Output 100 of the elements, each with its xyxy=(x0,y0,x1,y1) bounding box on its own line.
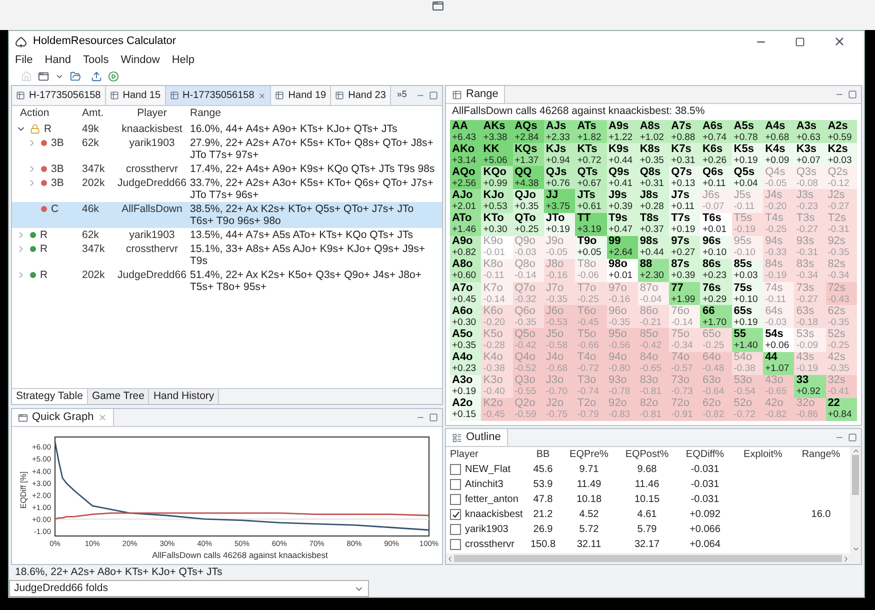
hand-cell[interactable]: T7s +0.19 xyxy=(669,212,700,236)
menu-item[interactable]: Window xyxy=(120,52,160,69)
hand-cell[interactable]: AQo +2.56 xyxy=(450,166,482,190)
hand-cell[interactable]: A8o +0.60 xyxy=(450,258,482,282)
scroll-up-icon[interactable] xyxy=(852,447,860,455)
hand-cell[interactable]: K9s +0.44 xyxy=(606,143,638,166)
hand-cell[interactable]: ATo +1.46 xyxy=(450,212,482,236)
hand-cell[interactable]: 44 +1.07 xyxy=(763,352,794,375)
hand-cell[interactable]: T9s +0.47 xyxy=(606,212,638,236)
hand-cell[interactable]: A4o +0.23 xyxy=(450,352,482,375)
hand-cell[interactable]: ATs +1.82 xyxy=(575,120,607,144)
view-tab[interactable]: Quick Graph xyxy=(12,409,114,426)
hand-cell[interactable]: TT +3.19 xyxy=(575,212,607,236)
hand-cell[interactable]: T8s +0.37 xyxy=(638,212,670,236)
vertical-scrollbar[interactable] xyxy=(850,447,861,553)
hand-cell[interactable]: A7o +0.45 xyxy=(450,282,482,306)
folder-icon[interactable] xyxy=(70,71,81,82)
checkbox[interactable] xyxy=(450,464,461,475)
checkbox[interactable] xyxy=(450,539,461,550)
hand-cell[interactable]: A5o +0.35 xyxy=(450,328,482,352)
hand-cell[interactable]: J7s +0.11 xyxy=(669,189,700,213)
play-icon[interactable] xyxy=(108,71,119,82)
hand-cell[interactable]: 54s +0.06 xyxy=(763,328,794,352)
menu-item[interactable]: Help xyxy=(172,52,194,69)
view-tab[interactable]: Strategy Table xyxy=(12,389,88,404)
scroll-right-icon[interactable] xyxy=(842,554,850,562)
hand-cell[interactable]: 98s +0.44 xyxy=(638,236,670,259)
hand-cell[interactable]: A6o +0.30 xyxy=(450,305,482,328)
hand-cell[interactable]: JTo +0.19 xyxy=(544,212,576,236)
menu-item[interactable]: Hand xyxy=(44,52,72,69)
editor-tab[interactable]: Hand 23 xyxy=(331,86,391,105)
hand-cell[interactable]: Q5s +0.04 xyxy=(732,166,764,190)
hand-cell[interactable]: J8s +0.28 xyxy=(638,189,670,213)
hand-cell[interactable]: AQs +2.84 xyxy=(512,120,544,144)
hand-cell[interactable]: KJo +0.53 xyxy=(481,189,513,213)
hand-cell[interactable]: A3s +0.63 xyxy=(794,120,826,144)
hand-cell[interactable]: 55 +1.40 xyxy=(732,328,764,352)
hand-cell[interactable]: 87s +0.39 xyxy=(669,258,700,282)
menu-item[interactable]: File xyxy=(15,52,33,69)
hand-cell[interactable]: A6s +0.74 xyxy=(700,120,732,144)
checkbox[interactable] xyxy=(450,524,461,535)
checkbox[interactable] xyxy=(450,479,461,490)
hand-cell[interactable]: K8s +0.35 xyxy=(638,143,670,166)
maximize-icon[interactable] xyxy=(795,36,805,47)
horizontal-scrollbar[interactable] xyxy=(446,553,861,564)
hand-cell[interactable]: Q6s +0.11 xyxy=(700,166,732,190)
hand-cell[interactable]: JTs +0.61 xyxy=(575,189,607,213)
hand-cell[interactable]: KQo +0.99 xyxy=(481,166,513,190)
hand-cell[interactable]: Q8s +0.31 xyxy=(638,166,670,190)
hand-cell[interactable]: T9o +0.05 xyxy=(575,236,607,259)
checkbox[interactable] xyxy=(450,494,461,505)
hand-cell[interactable]: KTo +0.30 xyxy=(481,212,513,236)
checkbox[interactable] xyxy=(450,509,461,520)
menu-item[interactable]: Tools xyxy=(83,52,109,69)
hand-cell[interactable]: AJo +2.01 xyxy=(450,189,482,213)
hand-cell[interactable]: 88 +2.30 xyxy=(638,258,670,282)
hand-cell[interactable]: A3o +0.19 xyxy=(450,374,482,398)
hand-cell[interactable]: A4s +0.68 xyxy=(763,120,794,144)
hand-cell[interactable]: 99 +2.64 xyxy=(606,236,638,259)
scroll-left-icon[interactable] xyxy=(446,554,454,562)
hand-cell[interactable]: A2s +0.59 xyxy=(826,120,857,144)
scrollbar-thumb[interactable] xyxy=(852,455,859,495)
hand-cell[interactable]: A9s +1.22 xyxy=(606,120,638,144)
hand-cell[interactable]: KJs +0.94 xyxy=(544,143,576,166)
hand-cell[interactable]: QJo +0.35 xyxy=(512,189,544,213)
view-tab[interactable]: Hand History xyxy=(149,389,220,404)
close-icon[interactable] xyxy=(833,35,846,48)
hand-cell[interactable]: K3s +0.07 xyxy=(794,143,826,166)
editor-tab[interactable]: Hand 19 xyxy=(271,86,332,105)
hand-cell[interactable]: Q9s +0.41 xyxy=(606,166,638,190)
view-tab[interactable]: Outline xyxy=(446,429,508,446)
hand-cell[interactable]: KK +5.06 xyxy=(481,143,513,166)
hand-cell[interactable]: J9s +0.39 xyxy=(606,189,638,213)
hand-cell[interactable]: 22 +0.84 xyxy=(826,398,857,421)
hand-cell[interactable]: K7s +0.31 xyxy=(669,143,700,166)
hand-cell[interactable]: 96s +0.10 xyxy=(700,236,732,259)
tab-overflow-button[interactable]: »5 xyxy=(390,86,413,105)
view-tab[interactable]: Range xyxy=(446,86,506,103)
editor-tab[interactable]: H-17735056158 xyxy=(166,86,272,105)
hand-cell[interactable]: K2s +0.03 xyxy=(826,143,857,166)
scrollbar-thumb[interactable] xyxy=(454,555,842,562)
hand-cell[interactable]: Q7s +0.13 xyxy=(669,166,700,190)
hand-cell[interactable]: 85s +0.03 xyxy=(732,258,764,282)
editor-tab[interactable]: H-17735056158 xyxy=(12,86,106,105)
hand-cell[interactable]: 66 +1.70 xyxy=(700,305,732,328)
window-icon[interactable] xyxy=(38,71,49,82)
hand-cell[interactable]: 65s +0.19 xyxy=(732,305,764,328)
hand-cell[interactable]: 97s +0.27 xyxy=(669,236,700,259)
hand-cell[interactable]: QTo +0.25 xyxy=(512,212,544,236)
hand-cell[interactable]: AJs +2.33 xyxy=(544,120,576,144)
hand-cell[interactable]: K4s +0.09 xyxy=(763,143,794,166)
hand-cell[interactable]: 77 +1.99 xyxy=(669,282,700,306)
hand-cell[interactable]: A8s +1.02 xyxy=(638,120,670,144)
hand-cell[interactable]: 75s +0.10 xyxy=(732,282,764,306)
hand-cell[interactable]: JJ +3.75 xyxy=(544,189,576,213)
hand-cell[interactable]: K5s +0.19 xyxy=(732,143,764,166)
hand-cell[interactable]: 86s +0.23 xyxy=(700,258,732,282)
scroll-down-icon[interactable] xyxy=(852,545,860,553)
hand-cell[interactable]: 76s +0.29 xyxy=(700,282,732,306)
view-tab[interactable]: Game Tree xyxy=(88,389,150,404)
